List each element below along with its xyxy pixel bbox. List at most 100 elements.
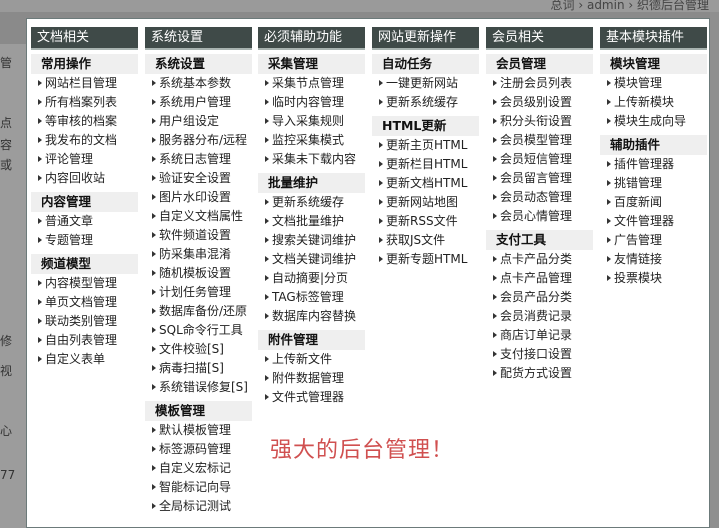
menu-item-link[interactable]: 更新RSS文件: [378, 212, 479, 231]
menu-item-link[interactable]: 监控采集模式: [264, 131, 365, 150]
menu-item-link[interactable]: 更新主页HTML: [378, 136, 479, 155]
menu-item-link[interactable]: 专题管理: [37, 231, 138, 250]
menu-column-header[interactable]: 必须辅助功能: [258, 27, 365, 50]
menu-item-link[interactable]: 随机模板设置: [151, 264, 252, 283]
menu-item-link[interactable]: 我发布的文档: [37, 131, 138, 150]
menu-item-link[interactable]: 图片水印设置: [151, 188, 252, 207]
menu-item-link[interactable]: 附件数据管理: [264, 369, 365, 388]
menu-column-header[interactable]: 网站更新操作: [372, 27, 479, 50]
menu-item-link[interactable]: 搜索关键词维护: [264, 231, 365, 250]
menu-item-link[interactable]: 上传新文件: [264, 350, 365, 369]
menu-item-link[interactable]: 广告管理: [606, 231, 707, 250]
menu-column: 会员相关 会员管理 注册会员列表 会员级别设置 积分头衔设置 会员模型管理 会员短信管理 会员…: [486, 27, 593, 383]
menu-item-link[interactable]: 百度新闻: [606, 193, 707, 212]
menu-item-link[interactable]: 采集节点管理: [264, 74, 365, 93]
background-text-fragment: 视: [0, 364, 13, 378]
background-right-strip: [710, 12, 719, 528]
menu-item-link[interactable]: 智能标记向导: [151, 478, 252, 497]
menu-item-link[interactable]: 计划任务管理: [151, 283, 252, 302]
menu-item-link[interactable]: 数据库备份/还原: [151, 302, 252, 321]
menu-item-link[interactable]: 会员心情管理: [492, 207, 593, 226]
menu-item-link[interactable]: 更新栏目HTML: [378, 155, 479, 174]
menu-item-link[interactable]: 自定义文档属性: [151, 207, 252, 226]
menu-item-link[interactable]: 积分头衔设置: [492, 112, 593, 131]
menu-item-link[interactable]: 会员模型管理: [492, 131, 593, 150]
menu-item-link[interactable]: 等审核的档案: [37, 112, 138, 131]
menu-item-link[interactable]: 内容模型管理: [37, 274, 138, 293]
menu-item-link[interactable]: 默认模板管理: [151, 421, 252, 440]
menu-item-link[interactable]: 会员级别设置: [492, 93, 593, 112]
menu-item-link[interactable]: 更新文档HTML: [378, 174, 479, 193]
menu-item-list: 更新系统缓存 文档批量维护 搜索关键词维护 文档关键词维护 自动摘要|分页 TAG标签管理…: [258, 193, 365, 326]
menu-item-link[interactable]: 更新系统缓存: [264, 193, 365, 212]
menu-item-link[interactable]: 更新系统缓存: [378, 93, 479, 112]
menu-item-link[interactable]: 系统日志管理: [151, 150, 252, 169]
menu-item-list: 注册会员列表 会员级别设置 积分头衔设置 会员模型管理 会员短信管理 会员留言管理 会员动态…: [486, 74, 593, 226]
menu-item-link[interactable]: 上传新模块: [606, 93, 707, 112]
background-text-fragment: 或: [0, 158, 13, 172]
menu-item-link[interactable]: 系统基本参数: [151, 74, 252, 93]
menu-item-link[interactable]: 文件管理器: [606, 212, 707, 231]
menu-item-link[interactable]: 所有档案列表: [37, 93, 138, 112]
menu-item-link[interactable]: 配货方式设置: [492, 364, 593, 383]
menu-item-link[interactable]: 文档批量维护: [264, 212, 365, 231]
menu-item-link[interactable]: 点卡产品管理: [492, 269, 593, 288]
menu-item-link[interactable]: 内容回收站: [37, 169, 138, 188]
menu-item-link[interactable]: 单页文档管理: [37, 293, 138, 312]
menu-item-link[interactable]: 更新网站地图: [378, 193, 479, 212]
menu-item-link[interactable]: 挑错管理: [606, 174, 707, 193]
menu-item-link[interactable]: 验证安全设置: [151, 169, 252, 188]
menu-item-link[interactable]: 数据库内容替换: [264, 307, 365, 326]
menu-column-header[interactable]: 系统设置: [145, 27, 252, 50]
menu-item-link[interactable]: 注册会员列表: [492, 74, 593, 93]
menu-item-link[interactable]: 更新专题HTML: [378, 250, 479, 269]
menu-item-link[interactable]: 插件管理器: [606, 155, 707, 174]
menu-item-link[interactable]: 文件校验[S]: [151, 340, 252, 359]
menu-item-link[interactable]: 商店订单记录: [492, 326, 593, 345]
menu-item-link[interactable]: 友情链接: [606, 250, 707, 269]
menu-item-link[interactable]: 网站栏目管理: [37, 74, 138, 93]
menu-item-link[interactable]: SQL命令行工具: [151, 321, 252, 340]
menu-item-link[interactable]: 用户组设定: [151, 112, 252, 131]
menu-item-link[interactable]: 系统用户管理: [151, 93, 252, 112]
menu-item-link[interactable]: 模块生成向导: [606, 112, 707, 131]
menu-item-link[interactable]: 服务器分布/远程: [151, 131, 252, 150]
menu-item-link[interactable]: 普通文章: [37, 212, 138, 231]
menu-item-link[interactable]: 投票模块: [606, 269, 707, 288]
menu-item-link[interactable]: 文档关键词维护: [264, 250, 365, 269]
menu-item-link[interactable]: 一键更新网站: [378, 74, 479, 93]
menu-item-link[interactable]: 联动类别管理: [37, 312, 138, 331]
menu-item-link[interactable]: 会员短信管理: [492, 150, 593, 169]
menu-item-link[interactable]: 全局标记测试: [151, 497, 252, 516]
menu-item-link[interactable]: 软件频道设置: [151, 226, 252, 245]
menu-item-link[interactable]: 模块管理: [606, 74, 707, 93]
menu-item-link[interactable]: 导入采集规则: [264, 112, 365, 131]
menu-item-link[interactable]: 会员消费记录: [492, 307, 593, 326]
menu-column-header[interactable]: 基本模块插件: [600, 27, 707, 50]
menu-item-link[interactable]: 获取JS文件: [378, 231, 479, 250]
menu-item-link[interactable]: 文件式管理器: [264, 388, 365, 407]
menu-group-title: 内容管理: [31, 192, 138, 212]
menu-item-link[interactable]: 系统错误修复[S]: [151, 378, 252, 397]
menu-item-link[interactable]: 自动摘要|分页: [264, 269, 365, 288]
menu-item-link[interactable]: 评论管理: [37, 150, 138, 169]
menu-item-link[interactable]: 点卡产品分类: [492, 250, 593, 269]
menu-item-link[interactable]: 自定义表单: [37, 350, 138, 369]
menu-column-header[interactable]: 会员相关: [486, 27, 593, 50]
menu-item-link[interactable]: 临时内容管理: [264, 93, 365, 112]
menu-item-link[interactable]: 采集未下载内容: [264, 150, 365, 169]
menu-item-link[interactable]: 支付接口设置: [492, 345, 593, 364]
menu-item-link[interactable]: TAG标签管理: [264, 288, 365, 307]
menu-item-link[interactable]: 会员留言管理: [492, 169, 593, 188]
menu-item-link[interactable]: 标签源码管理: [151, 440, 252, 459]
menu-item-link[interactable]: 会员动态管理: [492, 188, 593, 207]
menu-group-title: 批量维护: [258, 173, 365, 193]
menu-item-link[interactable]: 病毒扫描[S]: [151, 359, 252, 378]
menu-group-title: 支付工具: [486, 230, 593, 250]
menu-item-link[interactable]: 自由列表管理: [37, 331, 138, 350]
menu-item-link[interactable]: 自定义宏标记: [151, 459, 252, 478]
menu-group-title: HTML更新: [372, 116, 479, 136]
menu-item-link[interactable]: 会员产品分类: [492, 288, 593, 307]
menu-item-link[interactable]: 防采集串混淆: [151, 245, 252, 264]
menu-column-header[interactable]: 文档相关: [31, 27, 138, 50]
